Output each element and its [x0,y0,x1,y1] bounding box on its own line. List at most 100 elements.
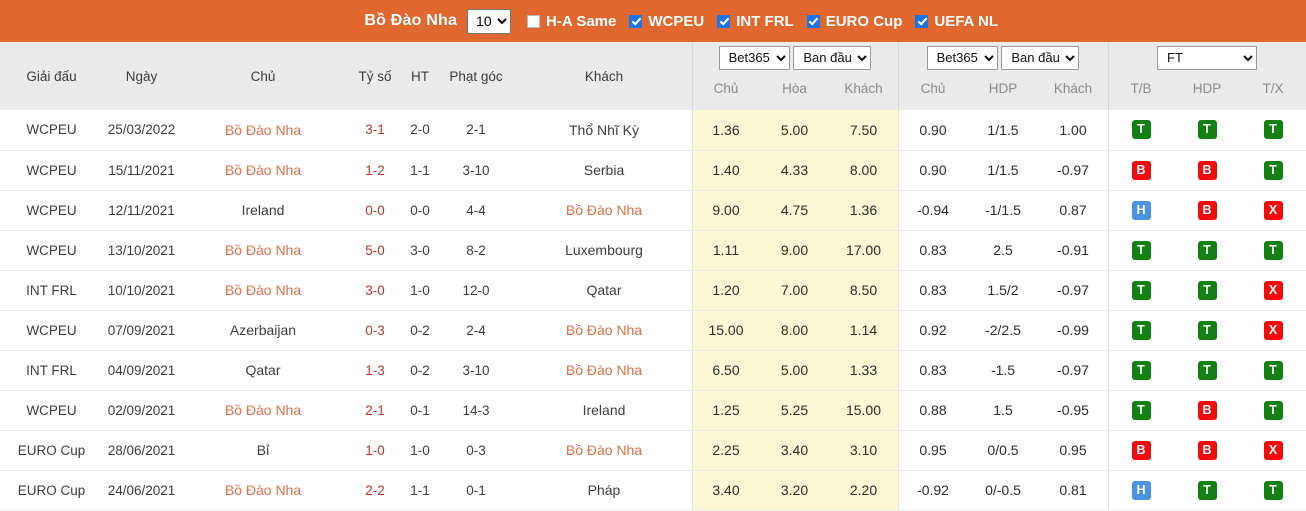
cell-hdp-home: 0.92 [898,310,968,351]
cell-halftime-score: 2-0 [404,110,436,151]
table-row[interactable]: WCPEU 15/11/2021 Bồ Đào Nha 1-2 1-1 3-10 Serbi… [0,150,1306,191]
cell-hdp-home: 0.83 [898,350,968,391]
cell-hdp-home: -0.94 [898,190,968,231]
cell-odds-away: 1.33 [829,350,898,391]
result-badge: X [1263,320,1283,340]
cell-result-tb: B [1108,430,1174,471]
cell-result-hdp: T [1174,110,1240,151]
cell-home-team: Bồ Đào Nha [180,230,346,271]
cell-odds-draw: 9.00 [760,230,829,271]
row-count-select[interactable]: 10 [467,8,512,34]
cell-hdp-home: 0.83 [898,230,968,271]
cell-hdp-home: 0.90 [898,150,968,191]
filter-ha-same[interactable]: H-A Same [527,13,616,30]
table-row[interactable]: EURO Cup 24/06/2021 Bồ Đào Nha 2-2 1-1 0-1 Phá… [0,470,1306,511]
filter-uefa-nl[interactable]: UEFA NL [915,13,998,30]
cell-hdp-away: 0.81 [1038,470,1108,511]
cell-home-team: Bồ Đào Nha [180,150,346,191]
group1-phase-select[interactable]: Ban đầu [793,45,872,70]
cell-result-tx: T [1240,350,1306,391]
team-title: Bồ Đào Nha [364,12,458,29]
result-badge: B [1131,440,1151,460]
cell-hdp-line: 1.5 [968,390,1038,431]
filter-uefa-nl-label[interactable]: UEFA NL [934,13,998,30]
cell-hdp-away: -0.97 [1038,350,1108,391]
col-header-g1-home: Chủ [692,73,760,110]
group2-selectors: Bet365 Ban đầu [898,42,1108,73]
group2-phase-select[interactable]: Ban đầu [1001,45,1080,70]
table-row[interactable]: WCPEU 25/03/2022 Bồ Đào Nha 3-1 2-0 2-1 Thổ Nh… [0,110,1306,151]
filter-int-frl[interactable]: INT FRL [717,13,794,30]
cell-halftime-score: 1-0 [404,430,436,471]
cell-result-tx: T [1240,230,1306,271]
cell-hdp-home: 0.83 [898,270,968,311]
cell-corners: 0-3 [436,430,516,471]
col-header-g3-tx: T/X [1240,73,1306,110]
cell-hdp-line: -2/2.5 [968,310,1038,351]
cell-odds-away: 1.36 [829,190,898,231]
group3-period-select[interactable]: FT [1157,45,1257,70]
cell-league: WCPEU [0,390,103,431]
cell-odds-home: 15.00 [692,310,760,351]
result-badge: B [1197,440,1217,460]
checkbox-wcpeu-icon[interactable] [629,14,643,28]
col-header-g2-home: Chủ [898,73,968,110]
table-row[interactable]: WCPEU 02/09/2021 Bồ Đào Nha 2-1 0-1 14-3 Irela… [0,390,1306,431]
checkbox-ha-same-icon[interactable] [527,14,541,28]
result-badge: T [1131,320,1151,340]
table-row[interactable]: INT FRL 10/10/2021 Bồ Đào Nha 3-0 1-0 12-0 Qat… [0,270,1306,311]
result-badge: T [1197,240,1217,260]
cell-odds-away: 8.50 [829,270,898,311]
cell-result-hdp: T [1174,310,1240,351]
col-header-score: Tỷ số [346,42,404,110]
cell-result-tx: X [1240,310,1306,351]
cell-result-tx: X [1240,430,1306,471]
table-row[interactable]: WCPEU 12/11/2021 Ireland 0-0 0-0 4-4 Bồ Đào Nh… [0,190,1306,231]
cell-home-team: Bỉ [180,430,346,471]
filter-wcpeu[interactable]: WCPEU [629,13,704,30]
cell-odds-home: 1.11 [692,230,760,271]
filter-euro-cup[interactable]: EURO Cup [806,13,903,30]
checkbox-int-frl-icon[interactable] [717,14,731,28]
cell-result-hdp: B [1174,390,1240,431]
cell-hdp-away: -0.97 [1038,270,1108,311]
col-header-away: Khách [516,42,692,110]
result-badge: B [1197,200,1217,220]
cell-odds-draw: 4.33 [760,150,829,191]
result-badge: H [1131,200,1151,220]
table-row[interactable]: WCPEU 07/09/2021 Azerbaijan 0-3 0-2 2-4 Bồ Đào… [0,310,1306,351]
filter-int-frl-label[interactable]: INT FRL [736,13,794,30]
cell-date: 13/10/2021 [103,230,180,271]
cell-result-tb: B [1108,150,1174,191]
group1-bookmaker-select[interactable]: Bet365 [718,45,790,70]
checkbox-euro-cup-icon[interactable] [806,14,820,28]
cell-result-tx: T [1240,390,1306,431]
cell-date: 24/06/2021 [103,470,180,511]
cell-score: 2-2 [346,470,404,511]
result-badge: B [1197,400,1217,420]
result-badge: T [1197,320,1217,340]
cell-date: 02/09/2021 [103,390,180,431]
cell-result-tb: T [1108,350,1174,391]
cell-odds-home: 1.25 [692,390,760,431]
table-row[interactable]: INT FRL 04/09/2021 Qatar 1-3 0-2 3-10 Bồ Đào N… [0,350,1306,391]
filter-ha-same-label[interactable]: H-A Same [546,13,616,30]
cell-odds-away: 1.14 [829,310,898,351]
table-row[interactable]: EURO Cup 28/06/2021 Bỉ 1-0 1-0 0-3 Bồ Đào Nha 2… [0,430,1306,471]
cell-hdp-line: -1.5 [968,350,1038,391]
cell-halftime-score: 1-0 [404,270,436,311]
group2-bookmaker-select[interactable]: Bet365 [926,45,998,70]
cell-hdp-away: -0.95 [1038,390,1108,431]
col-header-league: Giải đấu [0,42,103,110]
filter-wcpeu-label[interactable]: WCPEU [648,13,704,30]
cell-result-tb: T [1108,270,1174,311]
cell-away-team: Serbia [516,150,692,191]
cell-league: WCPEU [0,230,103,271]
col-header-g1-draw: Hòa [760,73,829,110]
table-row[interactable]: WCPEU 13/10/2021 Bồ Đào Nha 5-0 3-0 8-2 Luxemb… [0,230,1306,271]
cell-away-team: Bồ Đào Nha [516,430,692,471]
filter-euro-cup-label[interactable]: EURO Cup [826,13,903,30]
cell-corners: 14-3 [436,390,516,431]
checkbox-uefa-nl-icon[interactable] [915,14,929,28]
cell-odds-draw: 7.00 [760,270,829,311]
